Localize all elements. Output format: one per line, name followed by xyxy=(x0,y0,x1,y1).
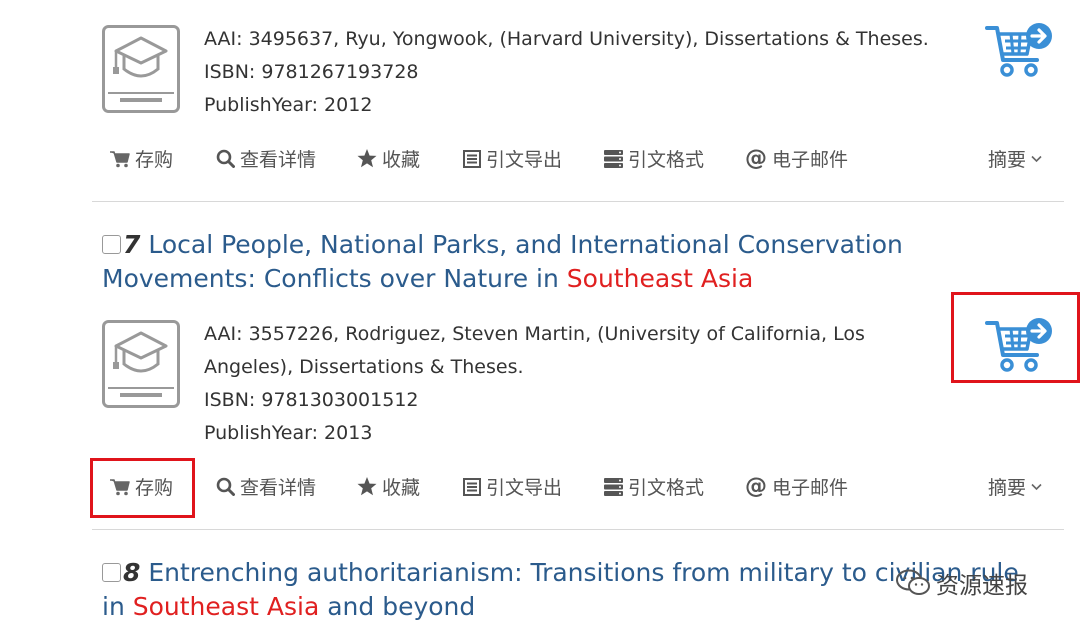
export-citation-action[interactable]: 引文导出 xyxy=(463,473,562,500)
list-icon xyxy=(463,149,481,168)
record-number: 7 xyxy=(123,230,141,259)
record-divider xyxy=(92,201,1064,202)
record-title: 8 Entrenching authoritarianism: Transiti… xyxy=(102,556,1022,624)
record-publish-year: PublishYear: 2013 xyxy=(204,422,373,444)
cart-icon xyxy=(110,150,130,167)
email-label: 电子邮件 xyxy=(772,477,849,499)
export-citation-label: 引文导出 xyxy=(486,149,563,171)
search-icon xyxy=(216,477,235,496)
record-meta: AAI: 3495637, Ryu, Yongwook, (Harvard Un… xyxy=(204,23,929,122)
list-icon xyxy=(463,477,481,496)
annotation-box-buy xyxy=(90,458,195,518)
search-icon xyxy=(216,149,235,168)
dissertation-thumbnail-icon xyxy=(102,25,180,113)
details-label: 查看详情 xyxy=(240,477,317,499)
email-label: 电子邮件 xyxy=(772,149,849,171)
annotation-box-cart xyxy=(951,292,1080,383)
favorite-label: 收藏 xyxy=(382,149,421,171)
citation-format-action[interactable]: 引文格式 xyxy=(604,473,704,500)
watermark: 资源速报 xyxy=(896,566,1028,600)
record-title-tail: and beyond xyxy=(319,592,476,621)
export-citation-action[interactable]: 引文导出 xyxy=(463,145,562,172)
favorite-label: 收藏 xyxy=(382,477,421,499)
details-label: 查看详情 xyxy=(240,149,317,171)
record-title-text: Local People, National Parks, and Intern… xyxy=(102,230,903,293)
at-icon: @ xyxy=(745,474,767,499)
buy-label: 存购 xyxy=(135,149,174,171)
record-title-link[interactable]: Local People, National Parks, and Intern… xyxy=(102,230,903,293)
add-to-cart-icon[interactable] xyxy=(985,20,1055,80)
record-title-highlight: Southeast Asia xyxy=(566,264,754,293)
record-aai: AAI: 3557226, Rodriguez, Steven Martin, … xyxy=(204,323,865,345)
wechat-icon xyxy=(896,569,930,595)
export-citation-label: 引文导出 xyxy=(486,477,563,499)
record-publish-year: PublishYear: 2012 xyxy=(204,94,373,116)
details-action[interactable]: 查看详情 xyxy=(216,145,316,172)
record-number: 8 xyxy=(123,558,141,587)
select-checkbox[interactable] xyxy=(102,235,121,254)
details-action[interactable]: 查看详情 xyxy=(216,473,316,500)
server-icon xyxy=(604,149,623,168)
chevron-down-icon xyxy=(1031,483,1042,490)
favorite-action[interactable]: 收藏 xyxy=(357,145,420,172)
citation-format-action[interactable]: 引文格式 xyxy=(604,145,704,172)
dissertation-thumbnail-icon xyxy=(102,320,180,408)
record-title: 7 Local People, National Parks, and Inte… xyxy=(102,228,1022,296)
record-actions: 存购 查看详情 收藏 引文导出 引文格式 @ 电子邮件 摘要 xyxy=(108,145,1050,179)
email-action[interactable]: @ 电子邮件 xyxy=(745,145,848,172)
at-icon: @ xyxy=(745,146,767,171)
star-icon xyxy=(357,477,377,496)
record-title-highlight: Southeast Asia xyxy=(132,592,320,621)
record-aai-cont: Angeles), Dissertations & Theses. xyxy=(204,356,524,378)
abstract-toggle[interactable]: 摘要 xyxy=(988,473,1042,500)
server-icon xyxy=(604,477,623,496)
abstract-toggle[interactable]: 摘要 xyxy=(988,145,1042,172)
email-action[interactable]: @ 电子邮件 xyxy=(745,473,848,500)
select-checkbox[interactable] xyxy=(102,563,121,582)
record-divider xyxy=(92,529,1064,530)
abstract-label: 摘要 xyxy=(988,477,1027,499)
record-title-link[interactable]: Entrenching authoritarianism: Transition… xyxy=(102,558,1019,621)
citation-format-label: 引文格式 xyxy=(628,477,705,499)
record-aai: AAI: 3495637, Ryu, Yongwook, (Harvard Un… xyxy=(204,28,929,50)
buy-action[interactable]: 存购 xyxy=(110,145,173,172)
star-icon xyxy=(357,149,377,168)
favorite-action[interactable]: 收藏 xyxy=(357,473,420,500)
record-meta: AAI: 3557226, Rodriguez, Steven Martin, … xyxy=(204,318,865,450)
abstract-label: 摘要 xyxy=(988,149,1027,171)
record-isbn: ISBN: 9781267193728 xyxy=(204,61,419,83)
chevron-down-icon xyxy=(1031,155,1042,162)
record-actions: 存购 查看详情 收藏 引文导出 引文格式 @ 电子邮件 摘要 xyxy=(108,473,1050,507)
record-isbn: ISBN: 9781303001512 xyxy=(204,389,419,411)
citation-format-label: 引文格式 xyxy=(628,149,705,171)
watermark-text: 资源速报 xyxy=(936,573,1028,599)
